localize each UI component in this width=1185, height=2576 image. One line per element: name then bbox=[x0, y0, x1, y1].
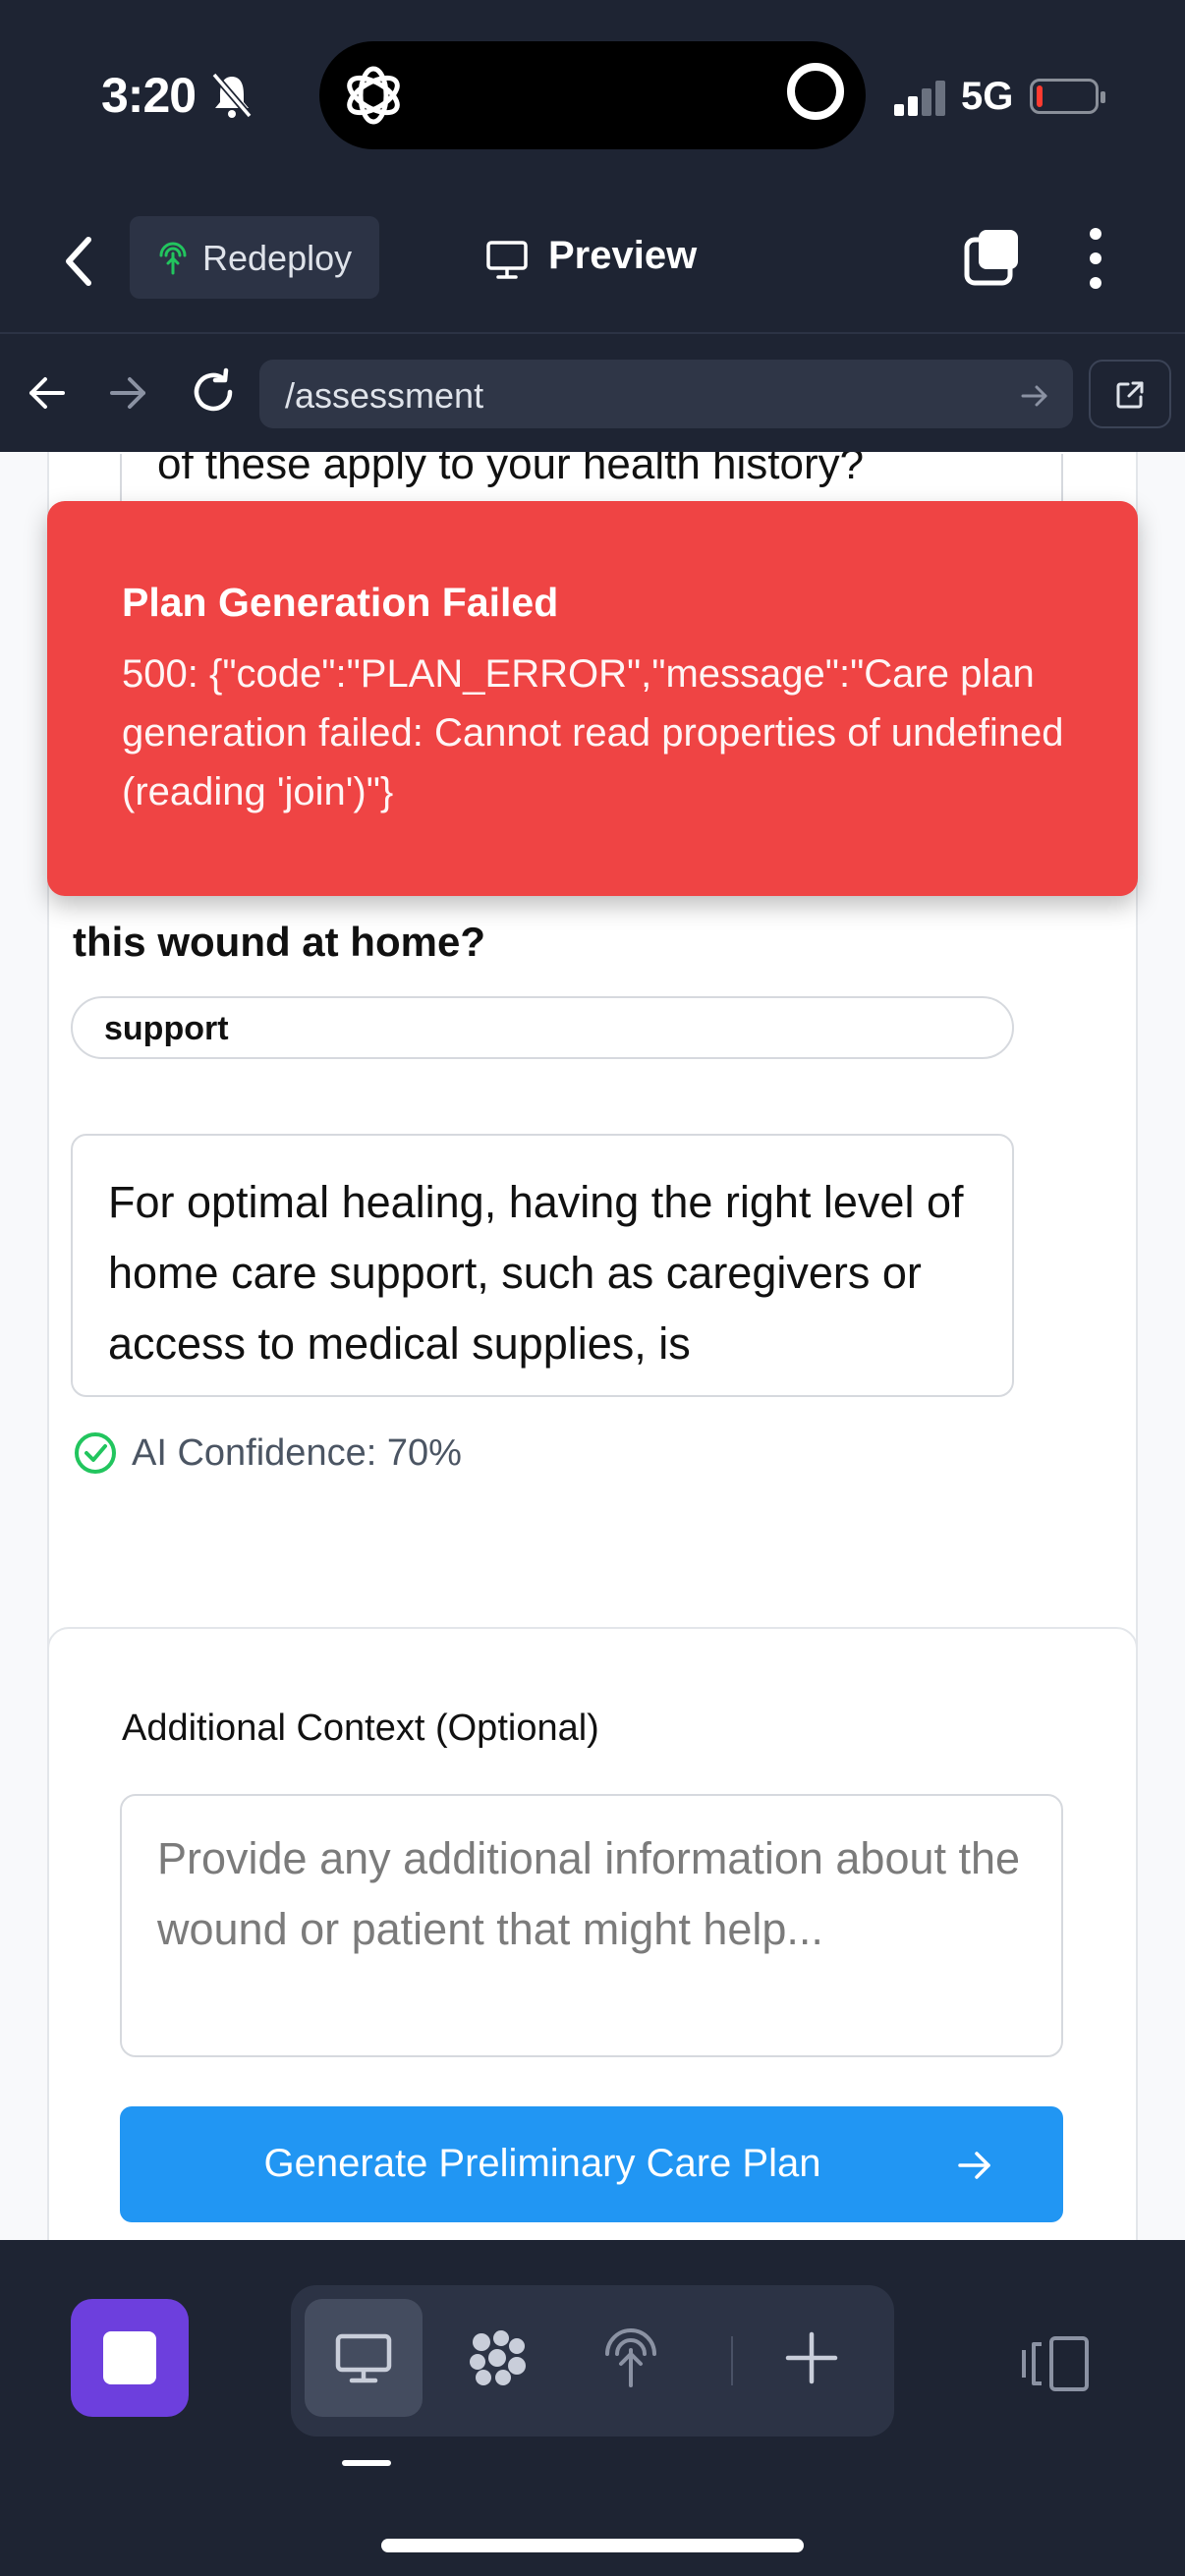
status-time: 3:20 bbox=[101, 68, 197, 123]
external-link-icon bbox=[1116, 381, 1144, 409]
answer-explanation-box[interactable]: For optimal healing, having the right le… bbox=[71, 1134, 1014, 1397]
network-type: 5G bbox=[961, 75, 1014, 118]
deploy-icon bbox=[605, 2328, 656, 2387]
arrow-right-icon[interactable] bbox=[106, 371, 149, 415]
monitor-icon bbox=[486, 241, 528, 279]
dynamic-island bbox=[319, 41, 866, 149]
workspaces-tool[interactable] bbox=[438, 2299, 556, 2417]
toast-message: 500: {"code":"PLAN_ERROR","message":"Car… bbox=[122, 652, 1064, 813]
context-textarea[interactable]: Provide any additional information about… bbox=[120, 1794, 1063, 2057]
arrow-left-icon[interactable] bbox=[26, 371, 69, 415]
arrow-right-icon bbox=[958, 2152, 990, 2179]
tabs-icon[interactable] bbox=[963, 228, 1022, 287]
home-indicator[interactable] bbox=[381, 2539, 804, 2552]
signal-icon bbox=[894, 81, 945, 116]
status-bar: 3:20 5G bbox=[0, 0, 1185, 187]
answer-chip-label: support bbox=[104, 1010, 229, 1047]
recording-ring-icon bbox=[787, 63, 844, 120]
active-tool-indicator bbox=[342, 2460, 391, 2466]
redeploy-icon bbox=[159, 242, 187, 275]
chatgpt-logo-icon bbox=[347, 66, 400, 125]
workspaces-icon bbox=[470, 2330, 526, 2385]
generate-care-plan-button[interactable]: Generate Preliminary Care Plan bbox=[120, 2106, 1063, 2222]
previous-question-text: of these apply to your health history? bbox=[157, 452, 865, 488]
desktop-tool[interactable] bbox=[305, 2299, 423, 2417]
toast-title: Plan Generation Failed bbox=[122, 580, 559, 625]
context-placeholder: Provide any additional information about… bbox=[157, 1833, 1021, 1954]
browser-toolbar: /assessment bbox=[0, 334, 1185, 452]
panel-icon[interactable] bbox=[1022, 2334, 1091, 2393]
go-arrow-icon[interactable] bbox=[1020, 381, 1049, 411]
bell-slash-icon bbox=[211, 72, 253, 119]
chevron-left-icon[interactable] bbox=[61, 234, 96, 289]
deploy-tool[interactable] bbox=[572, 2299, 690, 2417]
dock-toolgroup bbox=[291, 2285, 894, 2436]
reload-icon[interactable] bbox=[189, 367, 238, 417]
open-external-button[interactable] bbox=[1089, 360, 1171, 428]
bottom-dock bbox=[0, 2240, 1185, 2576]
more-vertical-icon[interactable] bbox=[1081, 226, 1110, 291]
ai-confidence-text: AI Confidence: 70% bbox=[132, 1432, 462, 1474]
add-tool[interactable] bbox=[753, 2299, 871, 2417]
app-header: Redeploy Preview bbox=[0, 187, 1185, 334]
answer-explanation-text: For optimal healing, having the right le… bbox=[108, 1177, 964, 1369]
error-toast[interactable]: Plan Generation Failed 500: {"code":"PLA… bbox=[47, 501, 1138, 896]
battery-icon bbox=[1030, 79, 1105, 114]
redeploy-label: Redeploy bbox=[202, 238, 353, 278]
url-text: /assessment bbox=[285, 375, 484, 416]
preview-label: Preview bbox=[548, 234, 698, 277]
app-stop-icon bbox=[103, 2331, 156, 2384]
url-field[interactable]: /assessment bbox=[259, 360, 1073, 428]
generate-care-plan-label: Generate Preliminary Care Plan bbox=[263, 2142, 821, 2185]
desktop-icon bbox=[335, 2333, 392, 2383]
check-circle-icon bbox=[75, 1432, 116, 1474]
question-text: this wound at home? bbox=[73, 919, 485, 965]
stop-app-button[interactable] bbox=[71, 2299, 189, 2417]
redeploy-button[interactable]: Redeploy bbox=[130, 216, 379, 299]
context-card: Additional Context (Optional) Provide an… bbox=[47, 1627, 1138, 2240]
plus-icon bbox=[785, 2331, 838, 2384]
battery-level bbox=[1037, 85, 1043, 107]
context-label: Additional Context (Optional) bbox=[122, 1708, 599, 1749]
answer-chip[interactable]: support bbox=[71, 996, 1014, 1059]
